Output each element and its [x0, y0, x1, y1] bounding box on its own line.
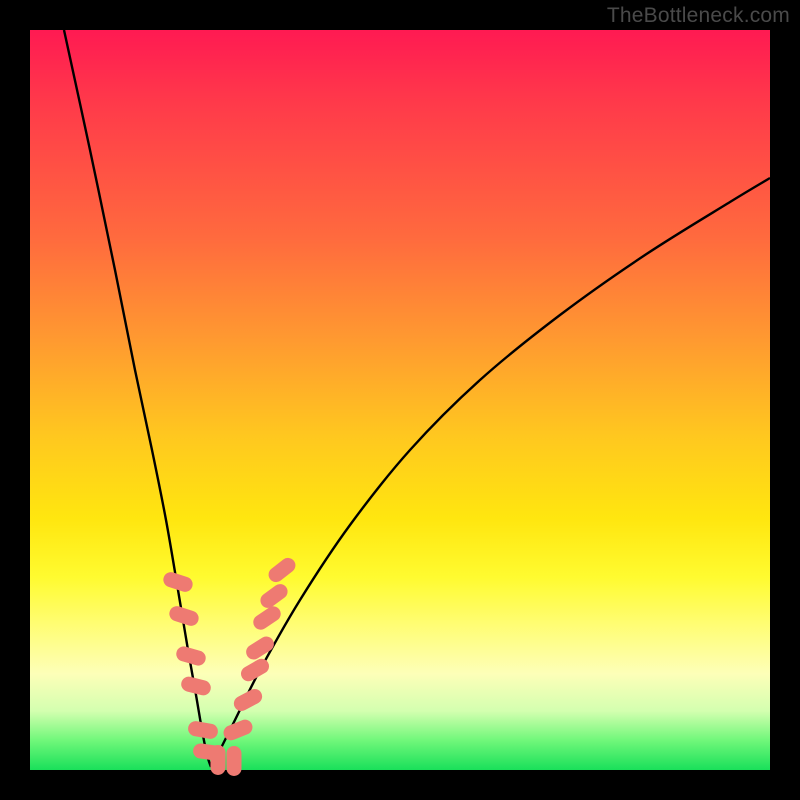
marker-pills-group	[161, 555, 298, 776]
curve-right-branch	[211, 178, 770, 767]
chart-svg	[30, 30, 770, 770]
watermark-text: TheBottleneck.com	[607, 4, 790, 28]
outer-frame: TheBottleneck.com	[0, 0, 800, 800]
marker-pill	[180, 675, 213, 697]
marker-pill	[243, 634, 276, 663]
marker-pill	[227, 746, 242, 776]
marker-pill	[211, 745, 226, 775]
marker-pill	[187, 720, 219, 740]
marker-pill	[231, 686, 265, 713]
marker-pill	[266, 555, 299, 585]
